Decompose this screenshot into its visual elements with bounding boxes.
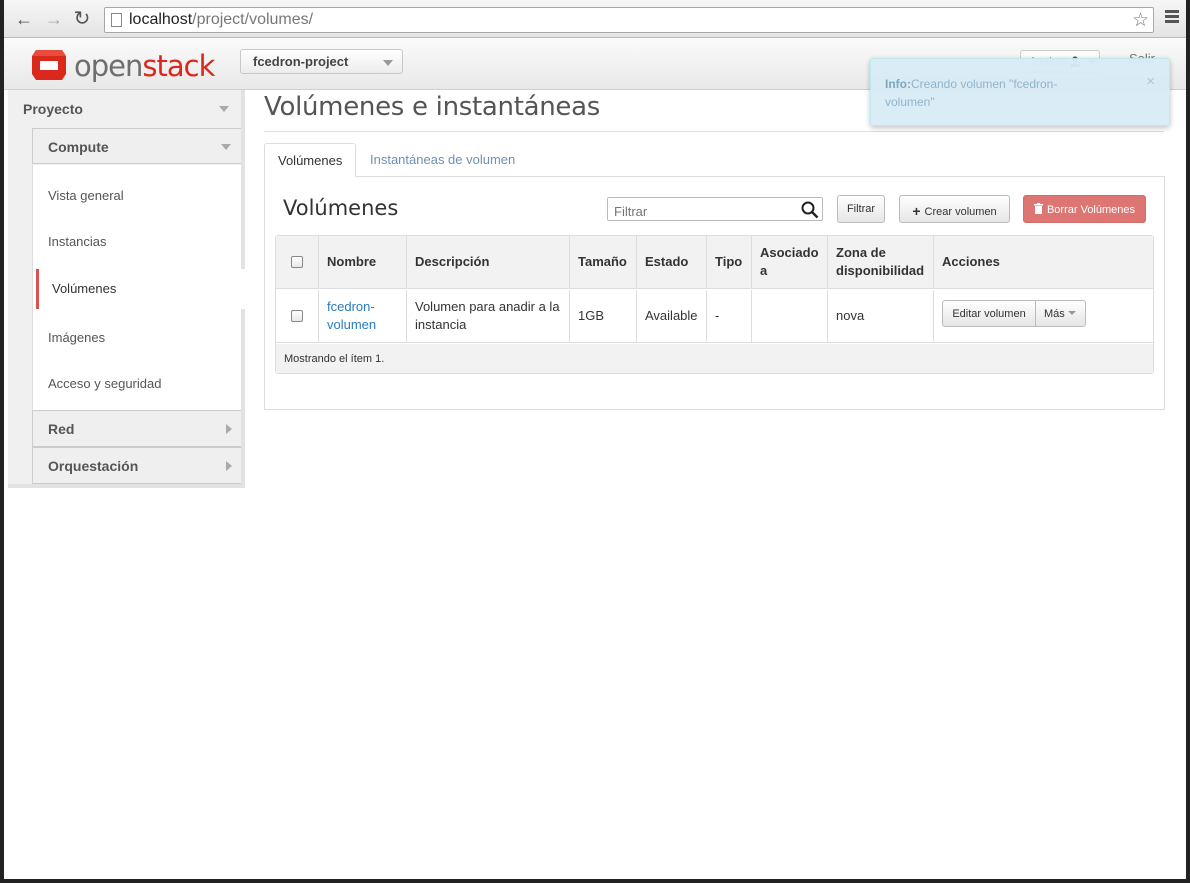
alert-message: Info:Creando volumen "fcedron-volumen": [885, 77, 1058, 109]
sidebar-item-overview[interactable]: Vista general: [32, 176, 241, 216]
sidebar-item-access-security[interactable]: Acceso y seguridad: [32, 364, 241, 404]
header-select-all: [276, 236, 318, 288]
reload-icon[interactable]: ↻: [72, 9, 92, 29]
filter-button[interactable]: Filtrar: [837, 195, 885, 223]
cell-description: Volumen para anadir a la instancia: [406, 290, 569, 342]
browser-window: ← → ↻ localhost/project/volumes/ ☆ opens…: [0, 0, 1190, 883]
header-attached[interactable]: Asociado a: [751, 236, 827, 288]
chevron-down-icon: [221, 144, 231, 150]
edit-volume-button[interactable]: Editar volumen: [942, 300, 1036, 327]
sidebar-group-compute[interactable]: Compute: [32, 128, 241, 164]
chevron-down-icon: [219, 106, 229, 112]
filter-input[interactable]: [607, 197, 823, 221]
close-icon[interactable]: ×: [1146, 73, 1155, 90]
sidebar: Proyecto Compute Vista general Instancia…: [8, 90, 248, 488]
sidebar-item-volumes[interactable]: Volúmenes: [36, 269, 248, 309]
more-actions-label: Más: [1044, 308, 1065, 320]
delete-volumes-label: Borrar Volúmenes: [1046, 204, 1136, 216]
cell-attached: [751, 290, 827, 342]
back-arrow-icon[interactable]: ←: [14, 9, 34, 29]
project-selector[interactable]: fcedron-project: [240, 49, 403, 74]
forward-arrow-icon[interactable]: →: [44, 9, 64, 29]
tab-volumes[interactable]: Volúmenes: [264, 143, 357, 177]
logo-text: openstack: [74, 49, 215, 83]
url-text: localhost/project/volumes/: [129, 11, 313, 29]
bookmark-star-icon[interactable]: ☆: [1132, 9, 1149, 32]
row-select-cell: [276, 290, 318, 342]
dashboard-label: Proyecto: [23, 101, 83, 117]
sidebar-item-instances[interactable]: Instancias: [32, 222, 241, 262]
row-checkbox[interactable]: [291, 310, 303, 322]
plus-icon: +: [912, 203, 921, 219]
project-name: fcedron-project: [253, 54, 349, 69]
cell-type: -: [706, 290, 751, 342]
search-icon[interactable]: [801, 201, 819, 219]
orchestration-label: Orquestación: [48, 458, 139, 474]
page-icon: [111, 13, 122, 27]
chevron-down-icon: [383, 60, 393, 66]
volume-name-link[interactable]: fcedron-volumen: [327, 298, 376, 334]
url-path: /project/volumes/: [192, 11, 314, 28]
title-divider: [264, 131, 1164, 132]
create-volume-button[interactable]: + Crear volumen: [899, 195, 1010, 223]
sidebar-item-images[interactable]: Imágenes: [32, 318, 241, 358]
cell-size: 1GB: [569, 290, 636, 342]
browser-menu-icon[interactable]: [1165, 10, 1179, 26]
trash-icon: [1033, 203, 1043, 214]
table-header: Nombre Descripción Tamaño Estado Tipo As…: [276, 236, 1153, 289]
compute-label: Compute: [48, 139, 109, 155]
cell-name: fcedron-volumen: [318, 290, 406, 342]
create-volume-label: Crear volumen: [924, 206, 997, 218]
chevron-right-icon: [226, 424, 232, 434]
url-host: localhost: [129, 11, 193, 28]
chevron-down-icon: [1068, 311, 1076, 315]
page-title: Volúmenes e instantáneas: [264, 92, 600, 122]
sidebar-dashboard-project[interactable]: Proyecto: [8, 90, 241, 128]
delete-volumes-button[interactable]: Borrar Volúmenes: [1023, 195, 1146, 223]
table-title: Volúmenes: [283, 196, 399, 220]
header-name[interactable]: Nombre: [318, 236, 406, 288]
header-description[interactable]: Descripción: [406, 236, 569, 288]
cell-status: Available: [636, 290, 706, 342]
header-type[interactable]: Tipo: [706, 236, 751, 288]
info-alert: Info:Creando volumen "fcedron-volumen" ×: [870, 58, 1170, 126]
browser-toolbar: ← → ↻ localhost/project/volumes/ ☆: [4, 0, 1186, 38]
tab-volume-snapshots[interactable]: Instantáneas de volumen: [357, 143, 528, 177]
cell-zone: nova: [827, 290, 933, 342]
sidebar-group-orchestration[interactable]: Orquestación: [32, 447, 241, 484]
chevron-right-icon: [226, 461, 232, 471]
header-status[interactable]: Estado: [636, 236, 706, 288]
header-availability-zone[interactable]: Zona de disponibilidad: [827, 236, 933, 288]
header-actions: Acciones: [933, 236, 1153, 288]
table-footer: Mostrando el ítem 1.: [276, 344, 1153, 373]
sidebar-group-network[interactable]: Red: [32, 410, 241, 447]
openstack-logo-icon: [32, 50, 66, 80]
select-all-checkbox[interactable]: [291, 256, 303, 268]
more-actions-button[interactable]: Más: [1035, 300, 1086, 327]
address-bar[interactable]: localhost/project/volumes/ ☆: [104, 7, 1154, 33]
network-label: Red: [48, 421, 75, 437]
header-size[interactable]: Tamaño: [569, 236, 636, 288]
tab-strip: Volúmenes Instantáneas de volumen: [264, 143, 1164, 177]
